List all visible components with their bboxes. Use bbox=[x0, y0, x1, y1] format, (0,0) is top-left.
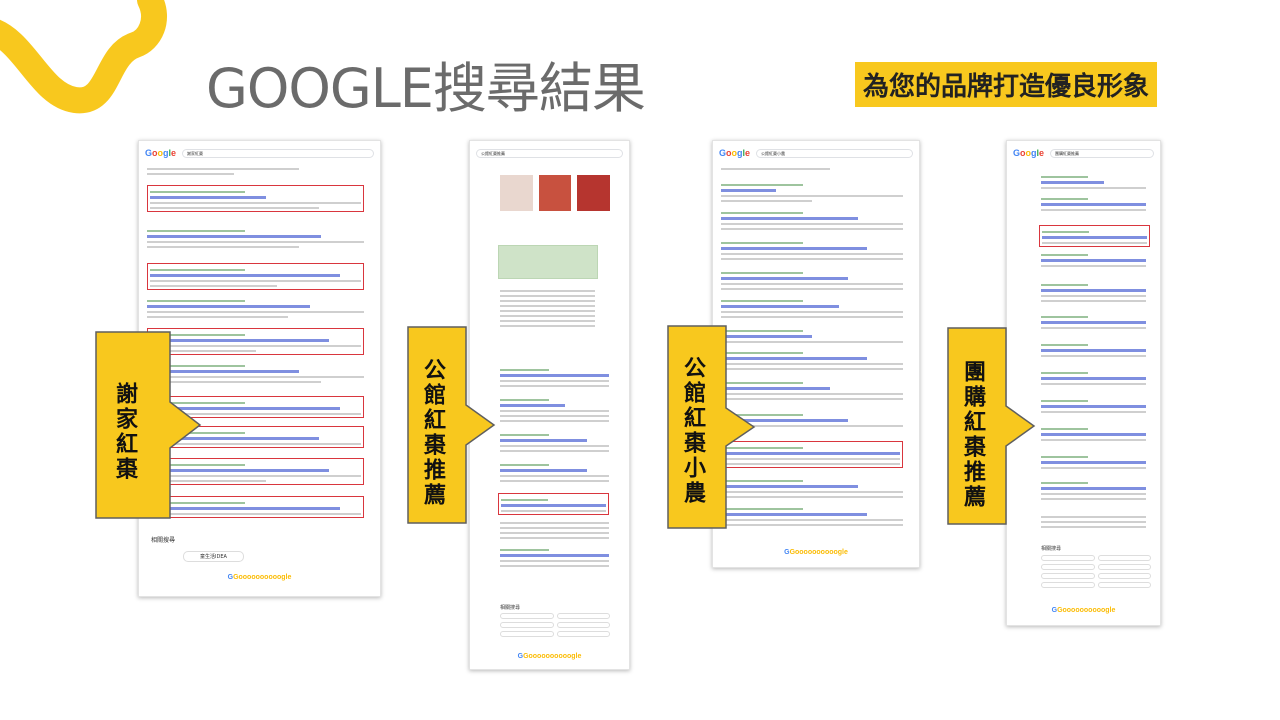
related-title: 相關搜尋 bbox=[151, 537, 176, 544]
panel-label-4: 團購紅棗推薦 bbox=[960, 360, 985, 510]
related-title: 相關搜尋 bbox=[500, 605, 521, 611]
related-searches bbox=[500, 613, 610, 637]
product-images bbox=[500, 175, 611, 211]
pagination[interactable]: GGoooooooooogle bbox=[1007, 607, 1160, 614]
map-thumbnail[interactable] bbox=[498, 245, 598, 279]
page-title: GOOGLE搜尋結果 bbox=[206, 57, 646, 120]
related-searches bbox=[1041, 555, 1151, 588]
related-title: 相關搜尋 bbox=[1041, 546, 1062, 552]
pagination[interactable]: GGoooooooooogle bbox=[470, 653, 629, 660]
search-input[interactable]: 謝家紅棗 bbox=[182, 148, 374, 158]
panel-label-2: 公館紅棗推薦 bbox=[420, 358, 445, 508]
page-subtitle: 為您的品牌打造優良形象 bbox=[855, 62, 1158, 107]
google-logo: Google bbox=[1013, 148, 1045, 158]
swirl-decoration bbox=[0, 0, 167, 114]
panel-label-3: 公館紅棗小農 bbox=[680, 356, 705, 506]
google-logo: Google bbox=[719, 148, 751, 158]
pagination[interactable]: GGoooooooooogle bbox=[713, 549, 919, 556]
search-input[interactable]: 公館紅棗推薦 bbox=[476, 148, 623, 158]
google-logo: Google bbox=[145, 148, 177, 158]
search-input[interactable]: 團購紅棗推薦 bbox=[1050, 148, 1154, 158]
search-input[interactable]: 公館紅棗小農 bbox=[756, 148, 913, 158]
panel-label-1: 謝家紅棗 bbox=[112, 382, 137, 482]
related-chip[interactable]: 童生活IDEA bbox=[183, 551, 244, 562]
pagination[interactable]: GGoooooooooogle bbox=[139, 574, 380, 581]
